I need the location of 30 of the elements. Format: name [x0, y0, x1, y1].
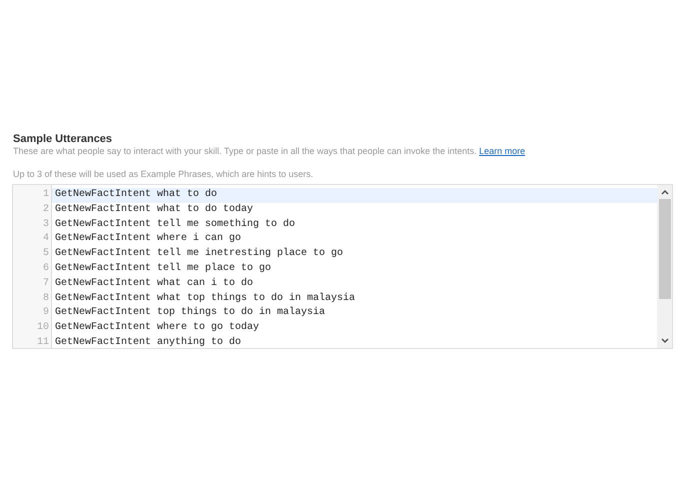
line-number: 1: [42, 188, 50, 202]
line-number: 7: [42, 276, 50, 291]
line-number: 4: [42, 232, 50, 246]
code-line: GetNewFactIntent where to go today: [54, 321, 260, 336]
line-number: 6: [42, 262, 50, 276]
learn-more-link[interactable]: Learn more: [479, 146, 526, 156]
scroll-down-icon[interactable]: [660, 338, 668, 344]
line-number: 2: [42, 202, 50, 217]
code-line: GetNewFactIntent tell me inetresting place to go: [54, 247, 344, 262]
code-line: GetNewFactIntent where i can go: [54, 232, 242, 246]
line-number: 11: [36, 336, 50, 348]
scrollbar[interactable]: [657, 185, 672, 348]
code-line: GetNewFactIntent what can i to do: [54, 276, 254, 291]
code-line: GetNewFactIntent tell me something to do: [54, 218, 296, 232]
scrollbar-thumb[interactable]: [658, 199, 670, 299]
line-number: 8: [42, 292, 50, 306]
hint-text: Up to 3 of these will be used as Example Phrases, which are hints to users.: [13, 169, 314, 179]
code-line: GetNewFactIntent what to do today: [54, 202, 254, 217]
description-text: These are what people say to interact with your skill. Type or paste in all the ways that people can invoke the intents. Learn more: [13, 146, 526, 156]
scroll-up-icon[interactable]: [660, 189, 668, 195]
code-line: GetNewFactIntent tell me place to go: [54, 262, 272, 276]
code-line: GetNewFactIntent what top things to do in malaysia: [54, 292, 356, 306]
code-line: GetNewFactIntent anything to do: [54, 336, 242, 348]
line-number: 10: [36, 321, 50, 336]
code-editor[interactable]: [12, 184, 673, 349]
section-title: Sample Utterances: [13, 133, 114, 145]
line-number: 5: [42, 247, 50, 262]
line-number: 3: [42, 218, 50, 232]
line-number: 9: [42, 306, 50, 320]
code-line: GetNewFactIntent top things to do in malaysia: [54, 306, 326, 320]
